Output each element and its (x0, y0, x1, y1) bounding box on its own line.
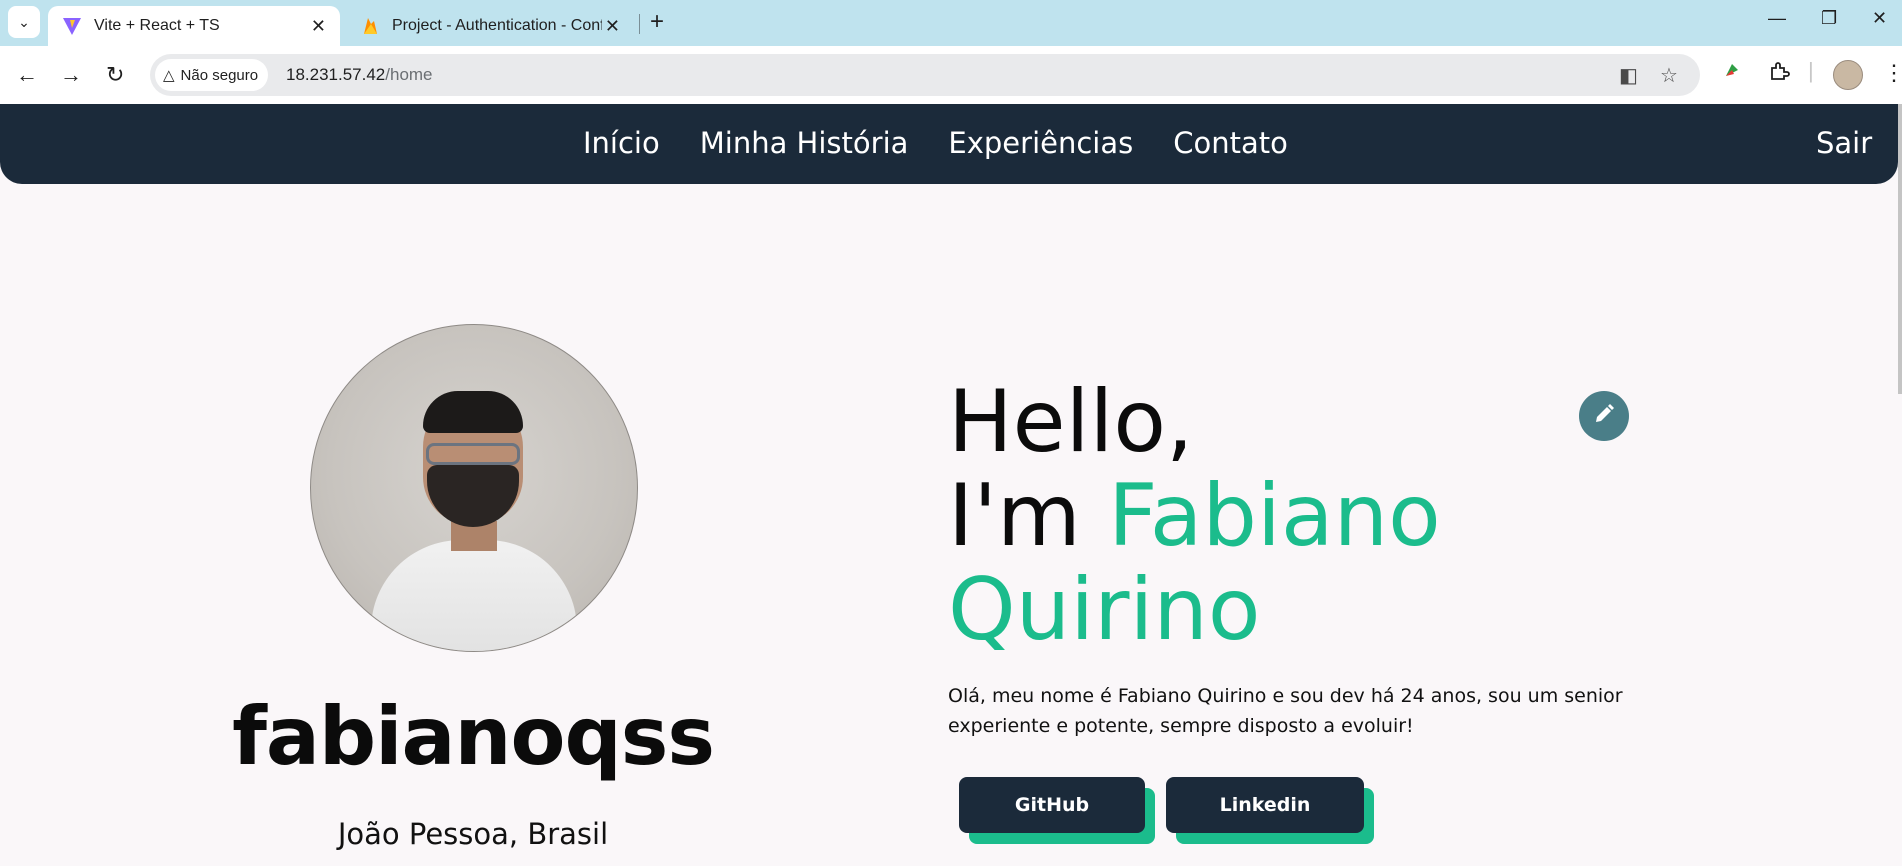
extension-color-icon[interactable] (1722, 60, 1742, 86)
tab-separator (639, 14, 640, 34)
nav-link-inicio[interactable]: Início (583, 126, 660, 160)
browser-tab-strip: ⌄ Vite + React + TS ✕ Project - Authenti… (0, 0, 1902, 46)
forward-icon[interactable]: → (60, 62, 82, 88)
new-tab-icon[interactable]: + (650, 8, 664, 36)
profile-photo (310, 324, 638, 652)
location-text: João Pessoa, Brasil (337, 817, 609, 851)
hero-title: Hello, I'm Fabiano Quirino (948, 375, 1441, 657)
close-window-icon[interactable]: ✕ (1872, 8, 1887, 29)
extensions-icon[interactable] (1768, 60, 1790, 88)
tab-title: Vite + React + TS (94, 17, 220, 34)
close-tab-icon[interactable]: ✕ (311, 16, 326, 37)
linkedin-button-label: Linkedin (1166, 777, 1364, 833)
nav-link-contato[interactable]: Contato (1173, 126, 1288, 160)
github-button-label: GitHub (959, 777, 1145, 833)
nav-link-experiencias[interactable]: Experiências (948, 126, 1133, 160)
hero-greeting: Hello, (948, 372, 1194, 472)
address-bar[interactable]: △ Não seguro 18.231.57.42/home ◧ ☆ (150, 54, 1700, 96)
url-host: 18.231.57.42 (286, 65, 386, 84)
chevron-down-icon: ⌄ (18, 13, 30, 30)
reload-icon[interactable]: ↻ (106, 62, 124, 88)
tab-vite-react[interactable]: Vite + React + TS ✕ (48, 6, 340, 46)
bookmark-star-icon[interactable]: ☆ (1660, 63, 1678, 88)
warning-icon: △ (163, 67, 175, 84)
username-heading: fabianoqss (232, 690, 715, 783)
minimize-icon[interactable]: — (1768, 8, 1786, 29)
site-navbar: Início Minha História Experiências Conta… (0, 104, 1898, 184)
tab-search-button[interactable]: ⌄ (8, 6, 40, 38)
security-chip[interactable]: △ Não seguro (155, 59, 269, 91)
logout-link[interactable]: Sair (1816, 126, 1872, 160)
translate-icon[interactable]: ◧ (1619, 63, 1638, 88)
tab-firebase-project[interactable]: Project - Authentication - Confi ✕ (346, 6, 634, 46)
profile-avatar-icon[interactable] (1833, 60, 1863, 90)
vite-icon (62, 16, 82, 36)
firebase-icon (360, 16, 380, 36)
security-label: Não seguro (180, 66, 259, 84)
linkedin-button[interactable]: Linkedin (1166, 777, 1374, 844)
browser-toolbar: ← → ↻ △ Não seguro 18.231.57.42/home ◧ ☆… (0, 46, 1902, 104)
hero-im: I'm (948, 466, 1109, 566)
page-scrollbar[interactable] (1898, 104, 1902, 394)
back-icon[interactable]: ← (16, 62, 38, 88)
pencil-icon (1593, 403, 1615, 430)
toolbar-divider: | (1808, 58, 1814, 83)
edit-profile-button[interactable] (1579, 391, 1629, 441)
restore-icon[interactable]: ❐ (1821, 8, 1837, 29)
github-button[interactable]: GitHub (959, 777, 1155, 844)
close-tab-icon[interactable]: ✕ (605, 16, 620, 37)
hero-name-last: Quirino (948, 560, 1261, 660)
bio-text: Olá, meu nome é Fabiano Quirino e sou de… (948, 685, 1623, 737)
hero-name-first: Fabiano (1108, 466, 1441, 566)
nav-link-minha-historia[interactable]: Minha História (700, 126, 909, 160)
nav-links: Início Minha História Experiências Conta… (583, 126, 1288, 160)
menu-kebab-icon[interactable]: ⋮ (1883, 60, 1902, 86)
url-path: /home (385, 65, 433, 84)
url-text[interactable]: 18.231.57.42/home (286, 65, 433, 85)
tab-title: Project - Authentication - Confi (392, 17, 602, 34)
